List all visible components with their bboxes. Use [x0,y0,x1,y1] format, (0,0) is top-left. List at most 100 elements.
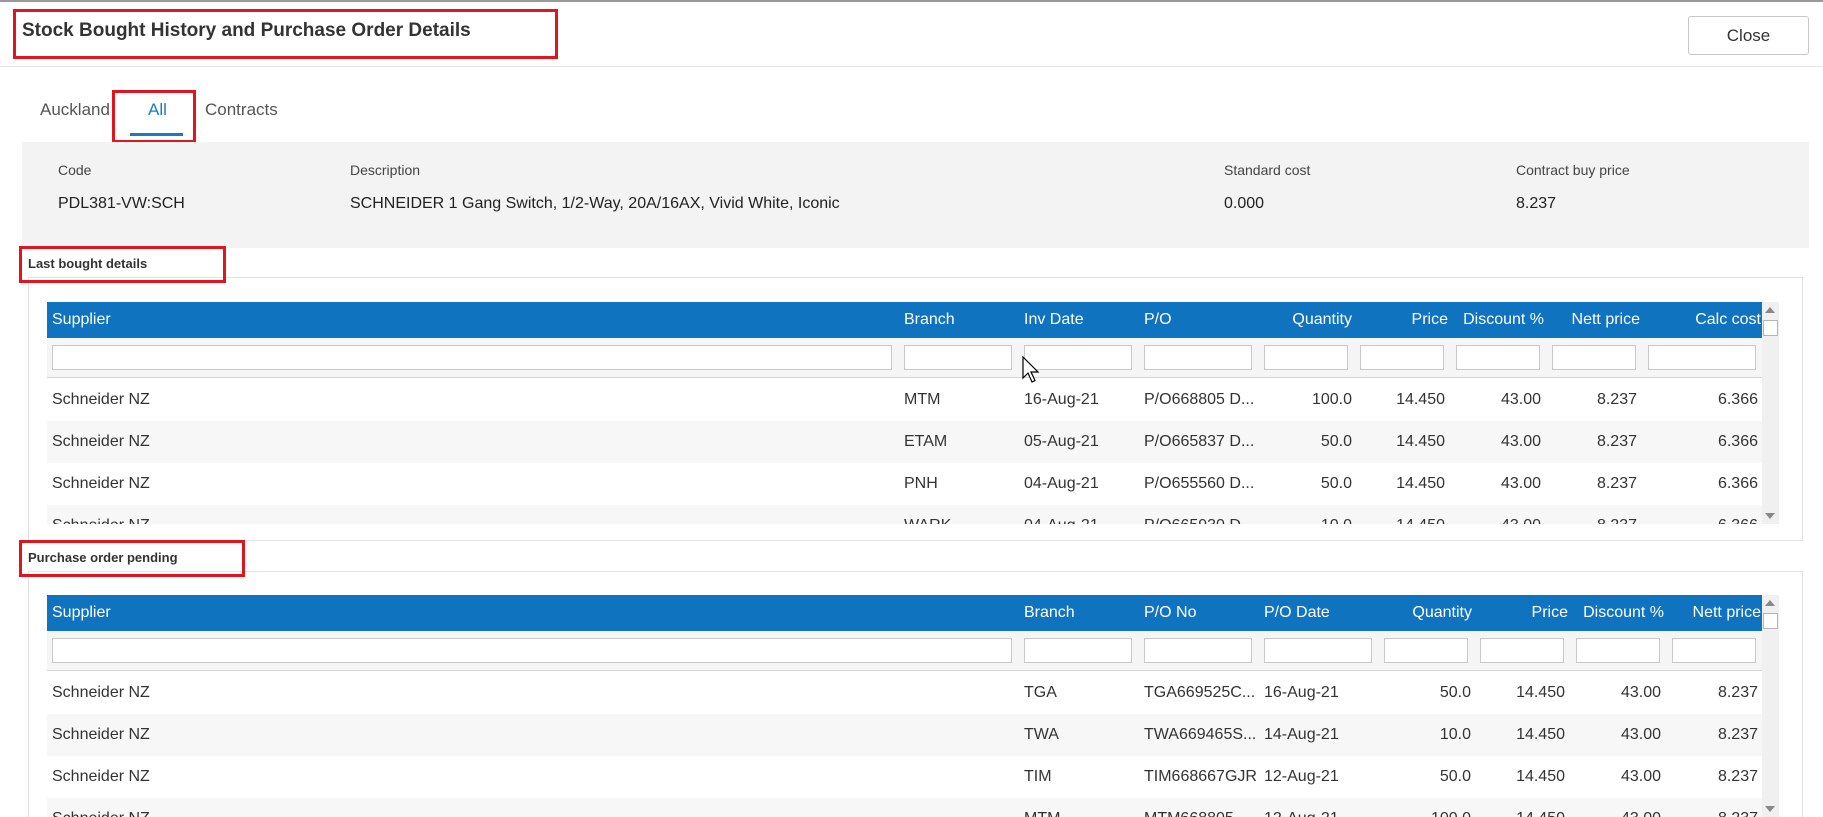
tab-auckland[interactable]: Auckland [40,100,110,120]
last-bought-highlight-box [19,246,226,283]
scroll-up-icon[interactable] [1765,600,1775,606]
po-pending-scrollbar[interactable] [1762,595,1779,817]
cell-inv-date: 16-Aug-21 [1024,391,1099,408]
cell-branch: WARK [904,505,1012,524]
filter-input-branch[interactable] [1024,638,1132,663]
table-row[interactable]: Schneider NZ ETAM 05-Aug-21 P/O665837 D.… [47,421,1762,463]
col-header-quantity[interactable]: Quantity [1377,595,1472,631]
table-row[interactable]: Schneider NZ MTM 16-Aug-21 P/O668805 D..… [47,379,1762,421]
filter-input-quantity[interactable] [1384,638,1468,663]
cell-discount: 43.00 [1620,684,1661,701]
col-header-supplier[interactable]: Supplier [52,302,892,338]
cell-discount: 43.00 [1620,768,1661,785]
cell-discount: 43.00 [1620,726,1661,743]
col-header-inv-date[interactable]: Inv Date [1024,302,1124,338]
cell-discount: 43.00 [1567,798,1661,817]
cell-quantity: 100.0 [1377,798,1471,817]
scroll-down-icon[interactable] [1765,513,1775,519]
cell-branch: MTM [1024,798,1132,817]
cell-po-no: MTM668805... [1144,798,1259,817]
col-header-po-no[interactable]: P/O No [1144,595,1244,631]
filter-input-branch[interactable] [904,345,1012,370]
col-header-discount[interactable]: Discount % [1567,595,1664,631]
close-button[interactable]: Close [1688,16,1809,55]
filter-input-po-no[interactable] [1144,638,1252,663]
filter-input-po[interactable] [1144,345,1252,370]
col-header-nett-price[interactable]: Nett price [1547,302,1640,338]
col-header-price[interactable]: Price [1357,302,1448,338]
col-header-branch[interactable]: Branch [1024,595,1124,631]
filter-input-nett-price[interactable] [1552,345,1636,370]
filter-input-supplier[interactable] [52,345,892,370]
po-pending-grid: Supplier Branch P/O No P/O Date Quantity… [47,595,1762,817]
cell-po: P/O665930 D... [1144,505,1259,524]
col-header-calc-cost[interactable]: Calc cost [1647,302,1761,338]
cell-nett-price: 8.237 [1596,391,1637,408]
scroll-thumb[interactable] [1763,320,1778,336]
cell-quantity: 50.0 [1439,684,1471,701]
col-header-branch[interactable]: Branch [904,302,1004,338]
table-row[interactable]: Schneider NZ WARK 04-Aug-21 P/O665930 D.… [47,505,1762,524]
cell-calc-cost: 6.366 [1717,391,1758,408]
header-divider [0,66,1823,67]
filter-input-discount[interactable] [1456,345,1540,370]
cell-po-date: 14-Aug-21 [1264,726,1339,743]
code-label: Code [58,162,92,178]
cell-nett-price: 8.237 [1547,505,1637,524]
scroll-thumb[interactable] [1763,613,1778,629]
filter-input-calc-cost[interactable] [1648,345,1756,370]
cell-price: 14.450 [1396,475,1445,492]
cell-po-no: TWA669465S... [1144,726,1257,743]
col-header-quantity[interactable]: Quantity [1262,302,1352,338]
col-header-price[interactable]: Price [1477,595,1568,631]
cell-nett-price: 8.237 [1596,475,1637,492]
cell-branch: ETAM [904,433,948,450]
cell-branch: TWA [1024,726,1059,743]
table-row[interactable]: Schneider NZ TIM TIM668667GJR 12-Aug-21 … [47,756,1762,798]
cell-po-date: 12-Aug-21 [1264,768,1339,785]
filter-input-quantity[interactable] [1264,345,1348,370]
cell-quantity: 50.0 [1320,433,1352,450]
cell-price: 14.450 [1477,798,1565,817]
cell-price: 14.450 [1396,391,1445,408]
cell-discount: 43.00 [1447,505,1541,524]
table-row[interactable]: Schneider NZ TWA TWA669465S... 14-Aug-21… [47,714,1762,756]
cell-discount: 43.00 [1500,433,1541,450]
tab-contracts[interactable]: Contracts [205,100,278,120]
cell-branch: TIM [1024,768,1052,785]
cell-price: 14.450 [1396,433,1445,450]
filter-input-supplier[interactable] [52,638,1012,663]
filter-row [47,338,1762,378]
cell-po: P/O668805 D... [1144,391,1255,408]
cell-branch: TGA [1024,684,1057,701]
cell-supplier: Schneider NZ [52,684,150,701]
cell-po-date: 12-Aug-21 [1264,798,1372,817]
scroll-down-icon[interactable] [1765,806,1775,812]
filter-input-nett-price[interactable] [1672,638,1756,663]
cell-quantity: 50.0 [1320,475,1352,492]
cell-quantity: 10.0 [1439,726,1471,743]
table-row[interactable]: Schneider NZ PNH 04-Aug-21 P/O655560 D..… [47,463,1762,505]
cell-calc-cost: 6.366 [1717,433,1758,450]
col-header-po-date[interactable]: P/O Date [1264,595,1364,631]
cell-supplier: Schneider NZ [52,391,150,408]
col-header-nett-price[interactable]: Nett price [1667,595,1761,631]
cell-price: 14.450 [1357,505,1445,524]
col-header-supplier[interactable]: Supplier [52,595,1012,631]
filter-input-price[interactable] [1360,345,1444,370]
grid-header-row: Supplier Branch Inv Date P/O Quantity Pr… [47,302,1762,338]
mouse-cursor-icon [1022,356,1040,383]
filter-input-price[interactable] [1480,638,1564,663]
col-header-po[interactable]: P/O [1144,302,1244,338]
cell-po-no: TIM668667GJR [1144,768,1257,785]
scroll-up-icon[interactable] [1765,307,1775,313]
table-row[interactable]: Schneider NZ MTM MTM668805... 12-Aug-21 … [47,798,1762,817]
filter-input-po-date[interactable] [1264,638,1372,663]
table-row[interactable]: Schneider NZ TGA TGA669525C... 16-Aug-21… [47,672,1762,714]
po-pending-highlight-box [19,540,245,577]
code-value: PDL381-VW:SCH [58,195,185,212]
filter-input-discount[interactable] [1576,638,1660,663]
cell-price: 14.450 [1516,684,1565,701]
col-header-discount[interactable]: Discount % [1447,302,1544,338]
last-bought-scrollbar[interactable] [1762,302,1779,524]
